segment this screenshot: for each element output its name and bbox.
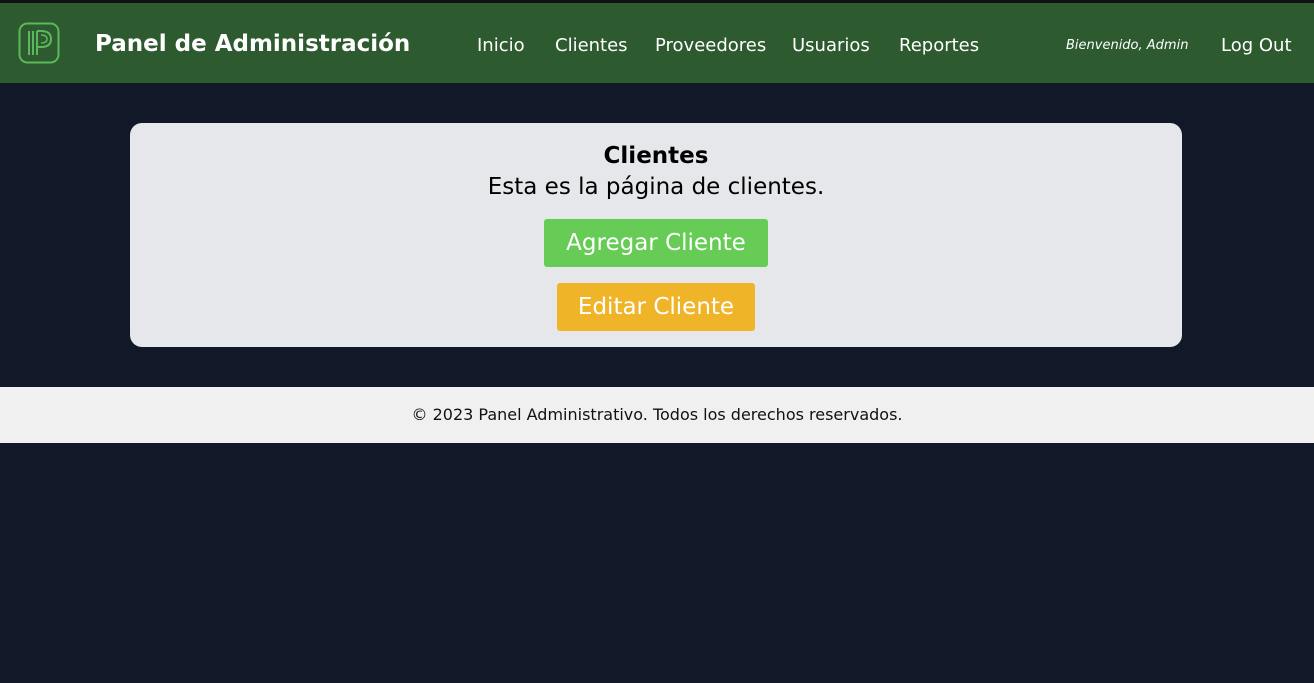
nav-clientes[interactable]: Clientes [555,33,628,59]
nav-reportes[interactable]: Reportes [899,33,979,59]
footer: © 2023 Panel Administrativo. Todos los d… [0,387,1314,443]
logout-link[interactable]: Log Out [1221,33,1292,59]
add-client-button[interactable]: Agregar Cliente [544,219,768,267]
top-navbar: Panel de Administración Inicio Clientes … [0,3,1314,83]
page-title: Clientes [603,143,709,169]
nav-inicio[interactable]: Inicio [477,33,525,59]
edit-client-button[interactable]: Editar Cliente [557,283,755,331]
page-subtitle: Esta es la página de clientes. [487,174,825,200]
nav-usuarios[interactable]: Usuarios [792,33,870,59]
welcome-text: Bienvenido, Admin [1066,38,1189,53]
brand-title: Panel de Administración [95,31,411,57]
nav-proveedores[interactable]: Proveedores [655,33,766,59]
clientes-card: Clientes Esta es la página de clientes. … [130,123,1182,347]
p-logo-icon[interactable] [18,22,60,64]
footer-copyright: © 2023 Panel Administrativo. Todos los d… [411,405,903,424]
